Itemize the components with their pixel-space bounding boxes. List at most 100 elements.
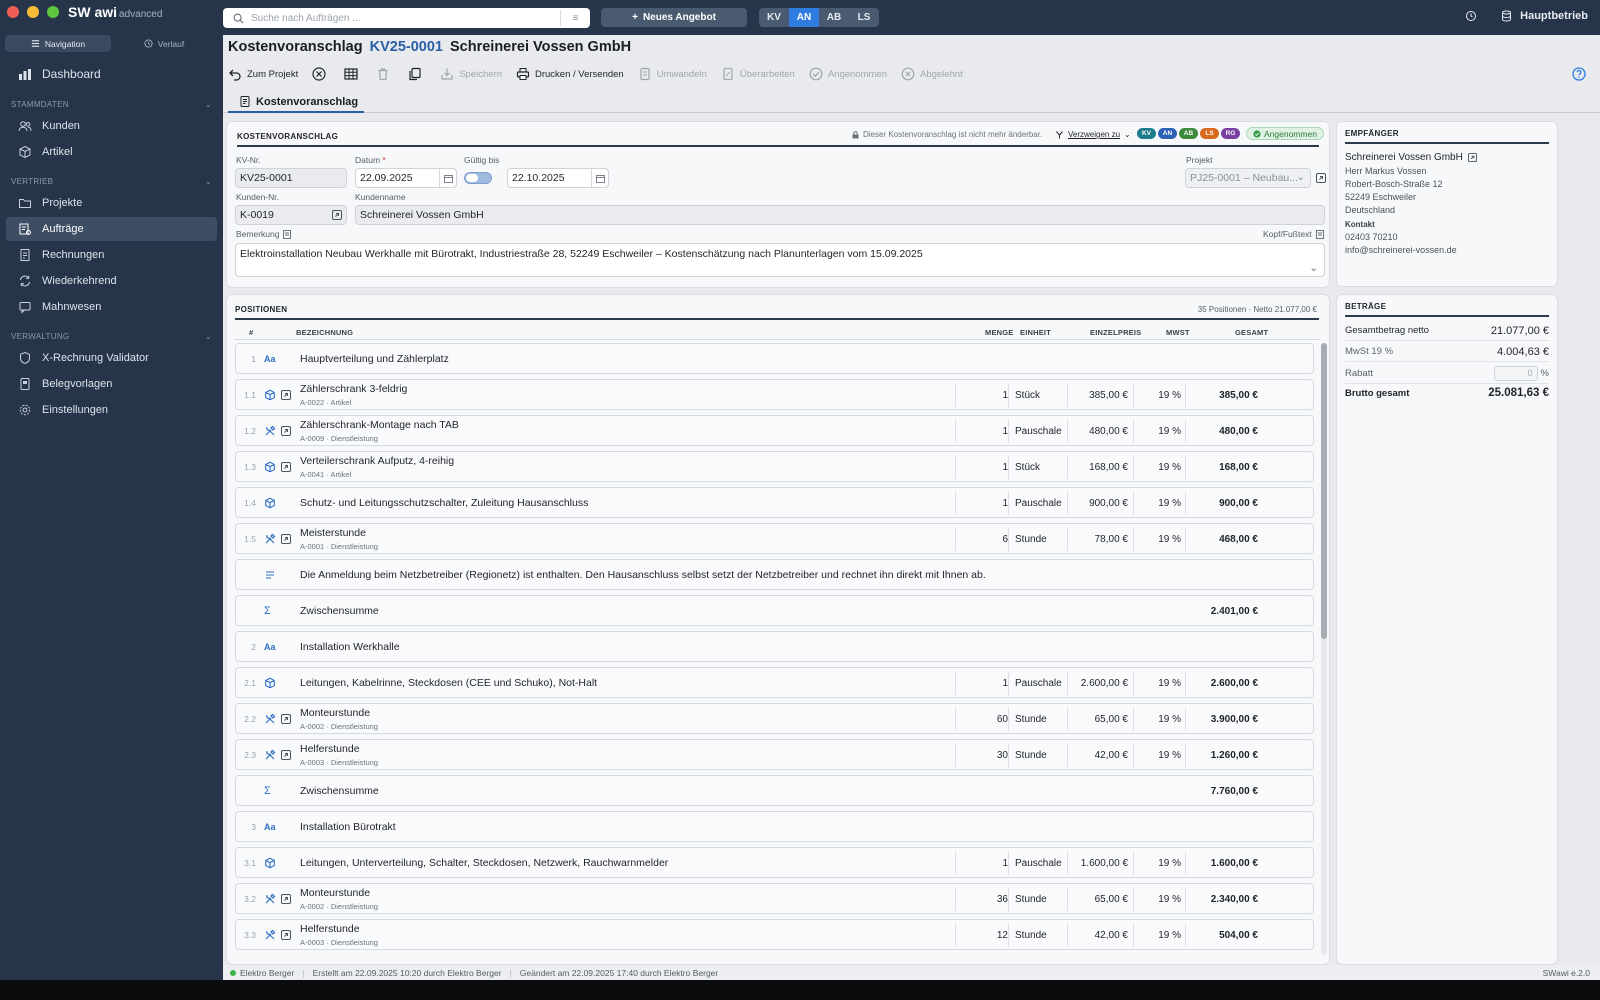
- date-field[interactable]: 22.09.2025: [355, 168, 457, 188]
- help-button[interactable]: [1572, 67, 1586, 84]
- header-footer-label[interactable]: Kopf/Fußtext: [1263, 229, 1324, 239]
- customer-number-field[interactable]: K-0019: [235, 205, 347, 225]
- open-link-icon[interactable]: [1467, 153, 1477, 162]
- pill-rg[interactable]: RG: [1221, 128, 1240, 139]
- print-send-button[interactable]: Drucken / Versenden: [516, 67, 624, 81]
- col-quantity[interactable]: MENGE: [985, 328, 1014, 337]
- minimize-window-button[interactable]: [27, 6, 39, 18]
- save-button[interactable]: Speichern: [440, 67, 502, 81]
- chevron-down-icon[interactable]: ⌄: [1309, 262, 1318, 274]
- sidebar-item-kunden[interactable]: Kunden: [6, 114, 217, 138]
- sync-icon[interactable]: [1465, 10, 1477, 22]
- customer-name-field[interactable]: Schreinerei Vossen GmbH: [355, 205, 1325, 225]
- rejected-button[interactable]: Abgelehnt: [901, 67, 963, 81]
- col-unit-price[interactable]: EINZELPREIS: [1090, 328, 1141, 337]
- open-link-icon[interactable]: [281, 462, 291, 472]
- vat-label: MwSt 19 %: [1345, 346, 1394, 357]
- close-window-button[interactable]: [7, 6, 19, 18]
- position-row-free[interactable]: 1.4 Schutz- und Leitungsschutzschalter, Z…: [235, 487, 1314, 518]
- sidebar-tab-navigation[interactable]: Navigation: [5, 35, 111, 52]
- branch-to-dropdown[interactable]: Verzweigen zu ⌄: [1055, 130, 1131, 139]
- kv-number-field[interactable]: KV25-0001: [235, 168, 347, 188]
- position-row-free[interactable]: 2.1 Leitungen, Kabelrinne, Steckdosen (CE…: [235, 667, 1314, 698]
- cancel-button[interactable]: [312, 67, 326, 81]
- position-row-article[interactable]: 1.1 Zählerschrank 3-feldrig A-0022 · Artik…: [235, 379, 1314, 410]
- sidebar-item-belegvorlagen[interactable]: Belegvorlagen: [6, 372, 217, 396]
- position-row-subtotal[interactable]: Σ Zwischensumme 2.401,00 €: [235, 595, 1314, 626]
- open-link-icon[interactable]: [281, 426, 291, 436]
- calendar-icon[interactable]: [439, 169, 456, 187]
- table-view-button[interactable]: [344, 67, 358, 81]
- discount-input[interactable]: 0: [1493, 366, 1538, 381]
- col-total[interactable]: GESAMT: [1235, 328, 1268, 337]
- open-link-icon[interactable]: [281, 390, 291, 400]
- delete-button[interactable]: [376, 67, 390, 81]
- col-vat[interactable]: MWST: [1166, 328, 1190, 337]
- sidebar-item-dashboard[interactable]: Dashboard: [6, 62, 217, 86]
- recipient-email[interactable]: info@schreinerei-vossen.de: [1345, 245, 1549, 255]
- open-link-icon[interactable]: [281, 714, 291, 724]
- sidebar-tab-history[interactable]: Verlauf: [111, 35, 217, 52]
- sidebar-section-vertrieb[interactable]: VERTRIEB ⌄: [11, 177, 212, 186]
- sidebar-section-stammdaten[interactable]: STAMMDATEN ⌄: [11, 100, 212, 109]
- zoom-window-button[interactable]: [47, 6, 59, 18]
- remark-textarea[interactable]: Elektroinstallation Neubau Werkhalle mit…: [235, 243, 1325, 277]
- scrollbar-thumb[interactable]: [1321, 343, 1327, 639]
- open-link-icon[interactable]: [281, 750, 291, 760]
- pill-an[interactable]: AN: [1158, 128, 1177, 139]
- position-row-subtotal[interactable]: Σ Zwischensumme 7.760,00 €: [235, 775, 1314, 806]
- accepted-button[interactable]: Angenommen: [809, 67, 887, 81]
- project-select[interactable]: PJ25-0001 – Neubau... ⌄: [1185, 168, 1311, 188]
- note-icon[interactable]: [283, 229, 292, 239]
- sidebar-item-projekte[interactable]: Projekte: [6, 191, 217, 215]
- convert-button[interactable]: Umwandeln: [638, 67, 707, 81]
- sidebar-item-artikel[interactable]: Artikel: [6, 140, 217, 164]
- sidebar-section-verwaltung[interactable]: VERWALTUNG ⌄: [11, 332, 212, 341]
- sidebar-item-xrechnung[interactable]: X-Rechnung Validator: [6, 346, 217, 370]
- open-link-icon[interactable]: [281, 930, 291, 940]
- position-row-service[interactable]: 2.3 Helferstunde A-0003 · Dienstleistung 30…: [235, 739, 1314, 770]
- doc-type-an[interactable]: AN: [789, 8, 819, 27]
- col-description[interactable]: BEZEICHNUNG: [296, 328, 353, 337]
- open-link-icon[interactable]: [281, 894, 291, 904]
- sidebar-item-auftraege[interactable]: Aufträge: [6, 217, 217, 241]
- pill-kv[interactable]: KV: [1137, 128, 1156, 139]
- pill-ab[interactable]: AB: [1179, 128, 1198, 139]
- position-row-service[interactable]: 3.3 Helferstunde A-0003 · Dienstleistung 12…: [235, 919, 1314, 950]
- valid-until-toggle[interactable]: [464, 172, 492, 184]
- calendar-icon[interactable]: [591, 169, 608, 187]
- sidebar-item-rechnungen[interactable]: Rechnungen: [6, 243, 217, 267]
- sidebar-item-einstellungen[interactable]: Einstellungen: [6, 398, 217, 422]
- pill-ls[interactable]: LS: [1200, 128, 1219, 139]
- position-row-service[interactable]: 3.2 Monteurstunde A-0002 · Dienstleistung 3…: [235, 883, 1314, 914]
- position-row-service[interactable]: 1.5 Meisterstunde A-0001 · Dienstleistung 6…: [235, 523, 1314, 554]
- back-to-project-button[interactable]: Zum Projekt: [228, 67, 298, 81]
- position-row-heading[interactable]: 1 Aa Hauptverteilung und Zählerplatz: [235, 343, 1314, 374]
- new-offer-button[interactable]: + Neues Angebot: [601, 8, 747, 27]
- position-row-heading[interactable]: 3 Aa Installation Bürotrakt: [235, 811, 1314, 842]
- copy-button[interactable]: [408, 67, 422, 81]
- sidebar-item-wiederkehrend[interactable]: Wiederkehrend: [6, 269, 217, 293]
- sidebar-item-mahnwesen[interactable]: Mahnwesen: [6, 295, 217, 319]
- position-row-text[interactable]: Die Anmeldung beim Netzbetreiber (Region…: [235, 559, 1314, 590]
- revise-button[interactable]: Überarbeiten: [721, 67, 795, 81]
- search-menu-icon[interactable]: ≡: [560, 10, 590, 26]
- open-link-icon[interactable]: [332, 210, 342, 220]
- position-row-article[interactable]: 1.3 Verteilerschrank Aufputz, 4-reihig A-0…: [235, 451, 1314, 482]
- position-row-free[interactable]: 3.1 Leitungen, Unterverteilung, Schalter,…: [235, 847, 1314, 878]
- col-unit[interactable]: EINHEIT: [1020, 328, 1051, 337]
- position-row-service[interactable]: 1.2 Zählerschrank-Montage nach TAB A-0009 …: [235, 415, 1314, 446]
- doc-type-kv[interactable]: KV: [759, 8, 789, 27]
- open-link-icon[interactable]: [281, 534, 291, 544]
- doc-type-ab[interactable]: AB: [819, 8, 849, 27]
- open-link-icon[interactable]: [1316, 173, 1326, 183]
- valid-until-field[interactable]: 22.10.2025: [507, 168, 609, 188]
- positions-scrollbar[interactable]: [1321, 343, 1327, 955]
- company-name[interactable]: Hauptbetrieb: [1520, 10, 1588, 22]
- search-input[interactable]: Suche nach Aufträgen ... ≡: [223, 8, 590, 28]
- position-row-heading[interactable]: 2 Aa Installation Werkhalle: [235, 631, 1314, 662]
- doc-type-ls[interactable]: LS: [849, 8, 879, 27]
- tab-kostenvoranschlag[interactable]: Kostenvoranschlag: [228, 92, 364, 113]
- recipient-phone[interactable]: 02403 70210: [1345, 232, 1549, 242]
- position-row-service[interactable]: 2.2 Monteurstunde A-0002 · Dienstleistung 6…: [235, 703, 1314, 734]
